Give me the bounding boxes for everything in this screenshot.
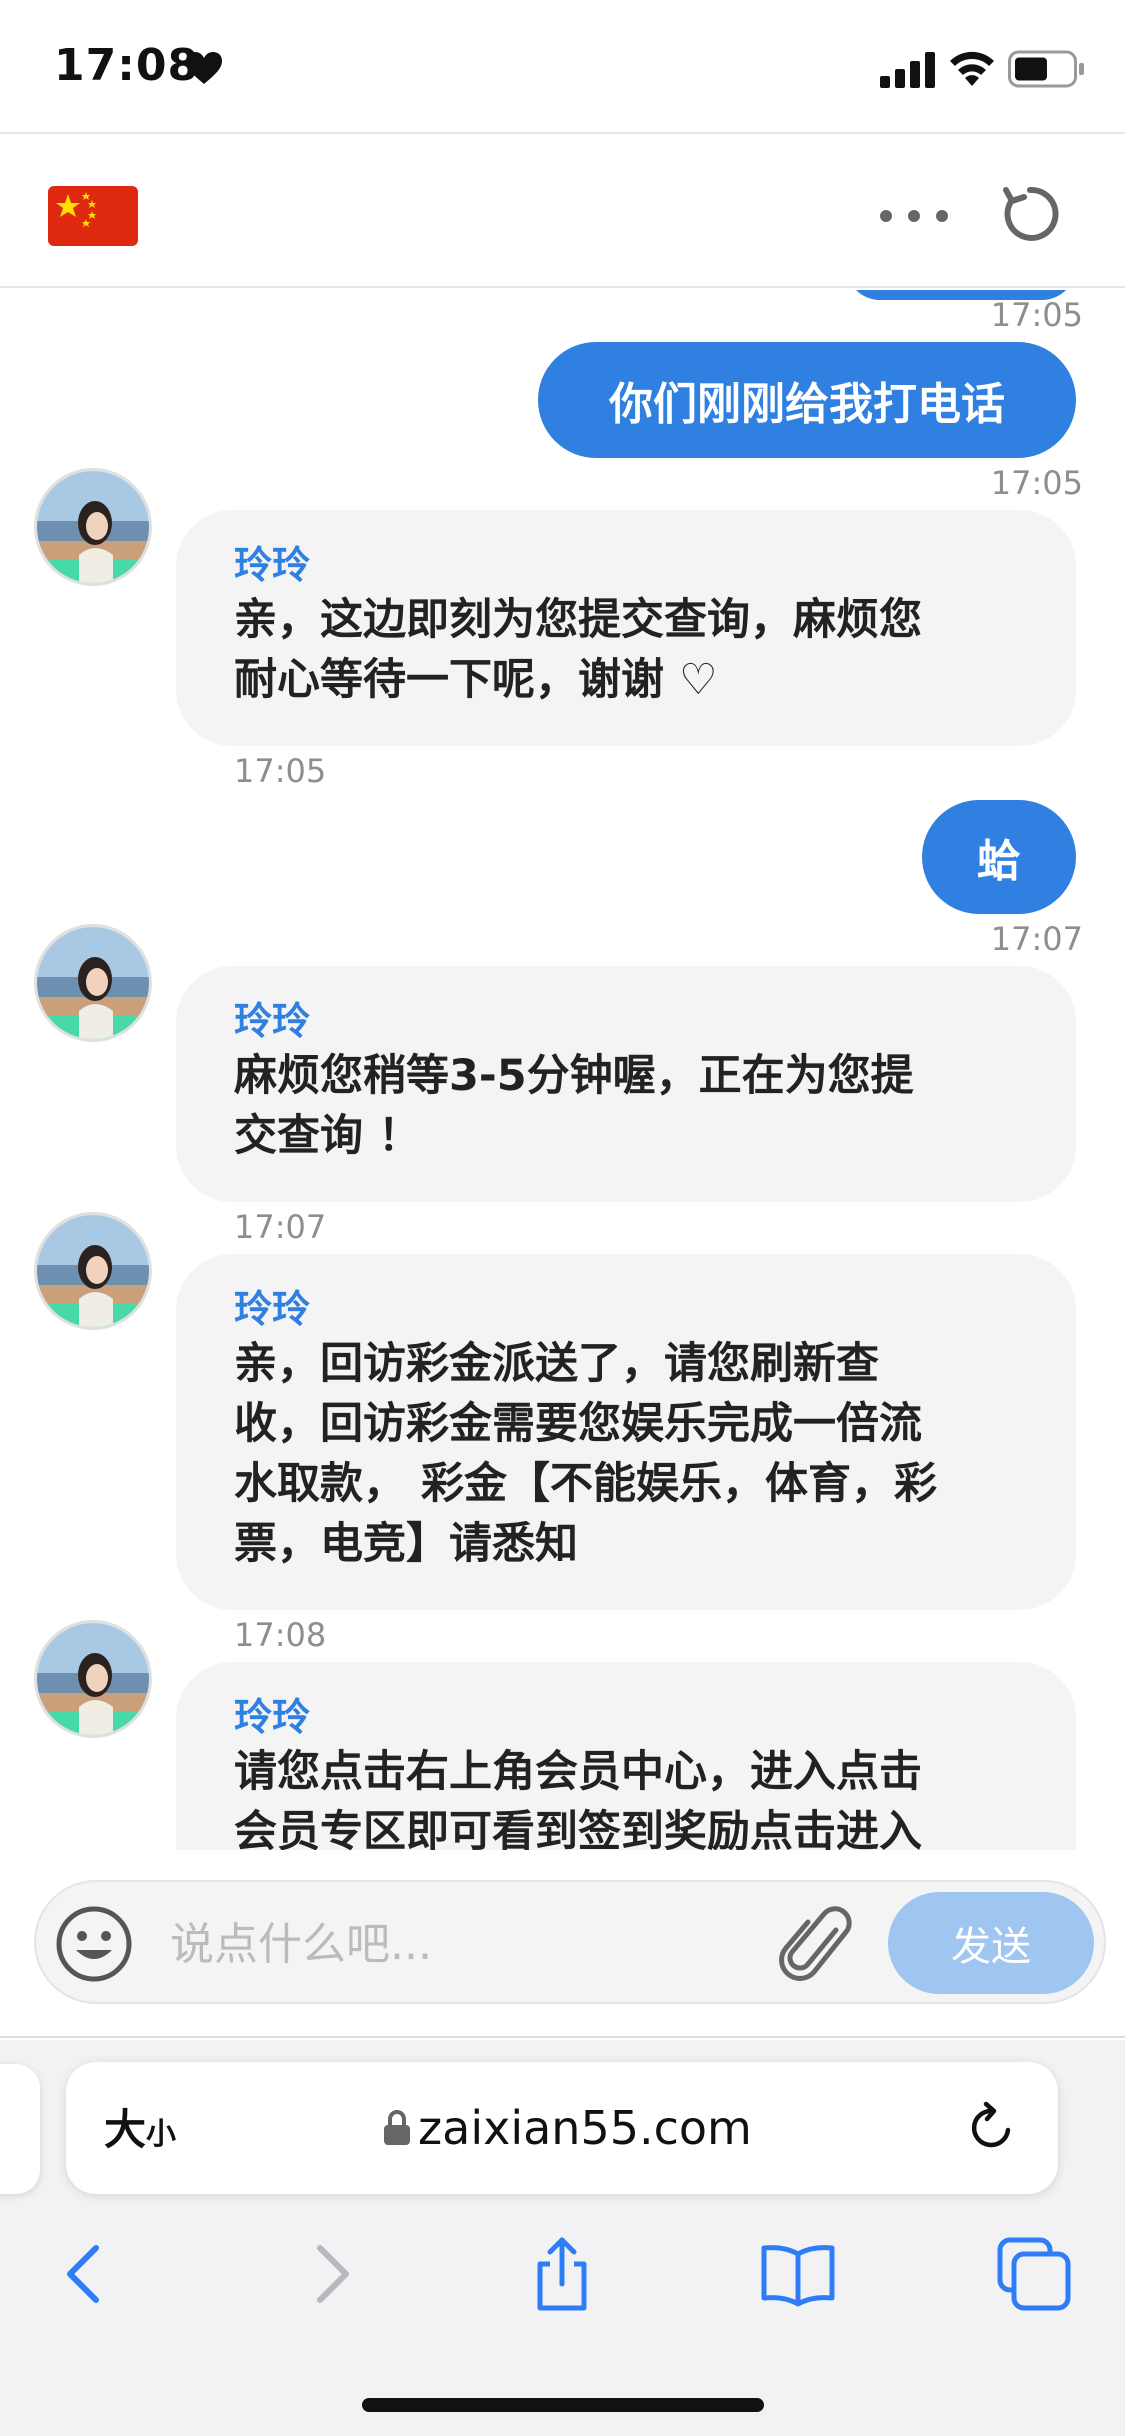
sender-name: 玲玲	[234, 543, 311, 587]
message-text-line: 麻烦您稍等3-5分钟喔，正在为您提	[234, 1051, 914, 1101]
status-time: 17:08	[54, 40, 200, 91]
message-text-line: 耐心等待一下呢，谢谢 ♡	[234, 655, 718, 705]
message-text-line: 亲，这边即刻为您提交查询，麻烦您	[234, 595, 922, 645]
heart-icon	[186, 52, 222, 84]
sender-name: 玲玲	[234, 999, 311, 1043]
message-timestamp: 17:07	[234, 1208, 327, 1246]
message-composer: 发送	[0, 1850, 1125, 2038]
composer-field-wrapper: 发送	[34, 1880, 1106, 2004]
message-timestamp: 17:05	[234, 752, 327, 790]
message-text: 你们刚刚给我打电话	[609, 379, 1005, 430]
agent-avatar[interactable]	[34, 1212, 152, 1330]
reload-icon[interactable]	[964, 2100, 1020, 2156]
text-size-small-label: 小	[146, 2117, 177, 2152]
message-text-line: 水取款， 彩金【不能娱乐，体育，彩	[234, 1459, 937, 1509]
message-timestamp: 17:05	[990, 464, 1083, 502]
incoming-message-bubble[interactable]: 玲玲 亲，回访彩金派送了，请您刷新查 收，回访彩金需要您娱乐完成一倍流 水取款，…	[176, 1254, 1076, 1610]
message-text: 蛤	[977, 836, 1021, 887]
text-size-button[interactable]: 大小	[104, 2096, 176, 2157]
forward-icon[interactable]	[290, 2234, 370, 2314]
sender-name: 玲玲	[234, 1695, 311, 1739]
message-text-line: 交查询 ！	[234, 1111, 421, 1161]
url-text: zaixian55.com	[418, 2101, 752, 2155]
bookmarks-icon[interactable]	[758, 2234, 838, 2314]
incoming-message-bubble[interactable]: 玲玲 亲，这边即刻为您提交查询，麻烦您 耐心等待一下呢，谢谢 ♡	[176, 510, 1076, 746]
avatar-photo	[37, 1215, 149, 1327]
avatar-photo	[37, 471, 149, 583]
lock-icon	[384, 2110, 410, 2145]
message-text-line: 会员专区即可看到签到奖励点击进入	[234, 1807, 922, 1850]
more-dots-icon[interactable]	[876, 204, 952, 228]
agent-avatar[interactable]	[34, 924, 152, 1042]
tabs-icon[interactable]	[994, 2234, 1074, 2314]
text-size-large-label: 大	[104, 2105, 147, 2154]
chat-screen: 17:08 17:05 你们刚刚给我打电话 17:05 玲玲 亲，这边即刻为您提…	[0, 0, 1125, 2436]
status-bar: 17:08	[0, 0, 1125, 132]
message-text-line: 亲，回访彩金派送了，请您刷新查	[234, 1339, 879, 1389]
cellular-signal-icon	[880, 52, 935, 88]
refresh-icon[interactable]	[998, 182, 1062, 246]
outgoing-message-bubble[interactable]: 你们刚刚给我打电话	[538, 342, 1076, 458]
sender-name: 玲玲	[234, 1287, 311, 1331]
agent-avatar[interactable]	[34, 1620, 152, 1738]
emoji-icon[interactable]	[54, 1904, 134, 1984]
message-timestamp: 17:05	[990, 296, 1083, 334]
previous-tab-preview[interactable]	[0, 2064, 40, 2194]
paperclip-icon[interactable]	[778, 1902, 854, 1986]
url-display[interactable]: zaixian55.com	[382, 2098, 752, 2158]
outgoing-message-bubble[interactable]: 蛤	[922, 800, 1076, 914]
agent-avatar[interactable]	[34, 468, 152, 586]
send-button[interactable]: 发送	[888, 1892, 1094, 1994]
browser-chrome: 大小 zaixian55.com	[0, 2040, 1125, 2436]
message-list[interactable]: 17:05 你们刚刚给我打电话 17:05 玲玲 亲，这边即刻为您提交查询，麻烦…	[0, 290, 1125, 1850]
back-icon[interactable]	[46, 2234, 126, 2314]
message-timestamp: 17:07	[990, 920, 1083, 958]
message-text-line: 票，电竞】请悉知	[234, 1519, 578, 1569]
chat-header	[0, 132, 1125, 288]
wifi-icon	[950, 51, 994, 86]
address-bar[interactable]: 大小 zaixian55.com	[66, 2062, 1058, 2194]
home-indicator[interactable]	[362, 2398, 764, 2412]
incoming-message-bubble[interactable]: 玲玲 请您点击右上角会员中心，进入点击 会员专区即可看到签到奖励点击进入	[176, 1662, 1076, 1850]
avatar-photo	[37, 927, 149, 1039]
message-text-line: 收，回访彩金需要您娱乐完成一倍流	[234, 1399, 922, 1449]
battery-icon	[1008, 50, 1084, 88]
china-flag-icon[interactable]	[48, 186, 138, 246]
message-input[interactable]	[170, 1906, 790, 1982]
message-text-line: 请您点击右上角会员中心，进入点击	[234, 1747, 922, 1797]
share-icon[interactable]	[522, 2234, 602, 2314]
incoming-message-bubble[interactable]: 玲玲 麻烦您稍等3-5分钟喔，正在为您提 交查询 ！	[176, 966, 1076, 1202]
message-timestamp: 17:08	[234, 1616, 327, 1654]
avatar-photo	[37, 1623, 149, 1735]
